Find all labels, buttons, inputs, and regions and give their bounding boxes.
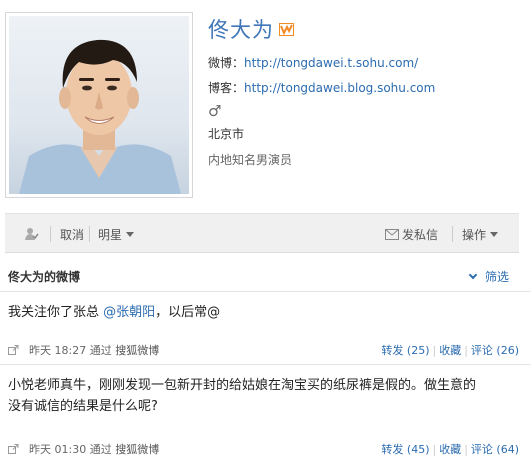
post-text-part: 我关注你了张总 <box>8 305 104 320</box>
via-prefix: 通过 <box>89 344 112 357</box>
section-title: 佟大为的微博 <box>8 270 81 284</box>
unfollow-label: 取消 <box>60 227 85 242</box>
post-text: 小悦老师真牛，刚刚发现一包新开封的给姑娘在淘宝买的纸尿裤是假的。做生意的 没有诚… <box>8 375 476 417</box>
profile-city: 北京市 <box>208 127 245 141</box>
followed-status-icon <box>25 226 39 242</box>
divider <box>0 364 531 365</box>
gender-male-icon: ♂ <box>208 102 222 120</box>
via-source-link[interactable]: 搜狐微博 <box>115 441 159 457</box>
divider <box>0 291 531 292</box>
avatar-portrait <box>19 39 181 194</box>
group-label: 明星 <box>98 227 123 242</box>
verified-badge-icon <box>279 22 294 36</box>
blog-link[interactable]: http://tongdawei.blog.sohu.com <box>244 81 435 95</box>
send-message-button[interactable]: 发私信 <box>385 226 438 242</box>
via-source-link[interactable]: 搜狐微博 <box>115 342 159 358</box>
post-text-part: ，以后常@ <box>155 305 221 320</box>
post-actions: 转发 (25) | 收藏 | 评论 (26) <box>381 344 519 357</box>
weibo-label: 微博： <box>208 56 245 70</box>
profile-description: 内地知名男演员 <box>208 153 293 167</box>
unfollow-button[interactable]: 取消 <box>60 226 84 242</box>
chevron-down-icon <box>468 270 478 279</box>
operate-dropdown[interactable]: 操作 <box>462 226 499 242</box>
profile-name[interactable]: 佟大为 <box>208 14 274 44</box>
post-actions: 转发 (45) | 收藏 | 评论 (64) <box>381 443 519 456</box>
post-time[interactable]: 昨天 18:27 <box>29 342 86 358</box>
profile-avatar-frame <box>5 12 193 198</box>
via-prefix: 通过 <box>89 443 112 456</box>
operate-label: 操作 <box>462 227 487 242</box>
favorite-button[interactable]: 收藏 <box>439 344 461 357</box>
repost-button[interactable]: 转发 (25) <box>381 344 429 357</box>
envelope-icon <box>385 228 399 240</box>
avatar[interactable] <box>9 16 189 194</box>
chevron-down-icon <box>490 231 499 237</box>
group-dropdown[interactable]: 明星 <box>98 226 135 242</box>
profile-name-row: 佟大为 <box>208 16 294 42</box>
post-text-line: 没有诚信的结果是什么呢? <box>8 399 158 414</box>
post-time[interactable]: 昨天 01:30 <box>29 441 86 457</box>
repost-button[interactable]: 转发 (45) <box>381 443 429 456</box>
send-message-label: 发私信 <box>402 227 439 242</box>
external-link-icon[interactable] <box>8 444 19 454</box>
comment-button[interactable]: 评论 (64) <box>471 443 519 456</box>
favorite-button[interactable]: 收藏 <box>439 443 461 456</box>
blog-url-line: 博客：http://tongdawei.blog.sohu.com <box>208 79 435 96</box>
profile-action-bar: 取消 明星 发私信 操作 <box>5 213 519 253</box>
weibo-link[interactable]: http://tongdawei.t.sohu.com/ <box>244 56 418 70</box>
mention-link[interactable]: @张朝阳 <box>103 305 155 320</box>
chevron-down-icon <box>126 231 135 237</box>
weibo-url-line: 微博：http://tongdawei.t.sohu.com/ <box>208 54 418 71</box>
post-text-line: 小悦老师真牛，刚刚发现一包新开封的给姑娘在淘宝买的纸尿裤是假的。做生意的 <box>8 378 477 393</box>
external-link-icon[interactable] <box>8 345 19 355</box>
comment-button[interactable]: 评论 (26) <box>471 344 519 357</box>
post-meta: 昨天 01:30 通过 搜狐微博 <box>8 441 159 457</box>
filter-label: 筛选 <box>484 270 509 284</box>
filter-button[interactable]: 筛选 <box>468 268 509 285</box>
post-text: 我关注你了张总 @张朝阳，以后常@ <box>8 302 220 323</box>
post-meta: 昨天 18:27 通过 搜狐微博 <box>8 342 159 358</box>
blog-label: 博客： <box>208 81 245 95</box>
